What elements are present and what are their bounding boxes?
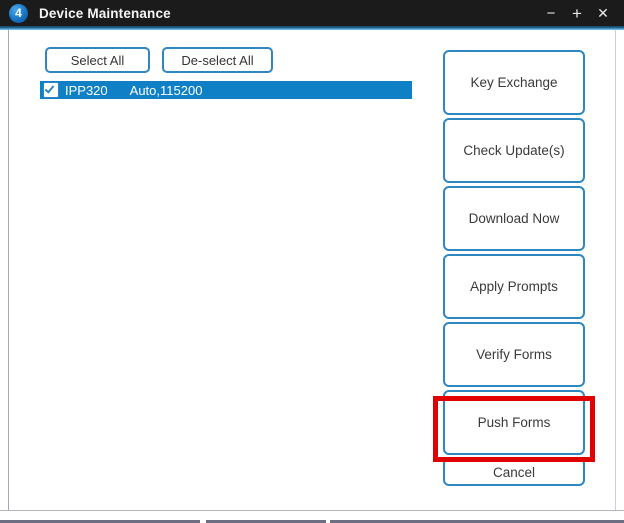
selection-toolbar: Select All De-select All	[45, 47, 273, 73]
deselect-all-button[interactable]: De-select All	[162, 47, 273, 73]
window-title: Device Maintenance	[39, 5, 171, 21]
close-icon[interactable]: ✕	[590, 1, 616, 25]
apply-prompts-button[interactable]: Apply Prompts	[443, 254, 585, 319]
key-exchange-button[interactable]: Key Exchange	[443, 50, 585, 115]
select-all-button[interactable]: Select All	[45, 47, 150, 73]
maximize-icon[interactable]: +	[564, 1, 590, 25]
verify-forms-button[interactable]: Verify Forms	[443, 322, 585, 387]
window-controls: − + ✕	[538, 0, 624, 26]
app-badge-icon: 4	[9, 3, 28, 23]
device-list[interactable]: IPP320 Auto,115200	[40, 81, 412, 99]
check-icon	[44, 83, 55, 94]
device-maintenance-window: 4 Device Maintenance − + ✕ Select All De…	[0, 0, 624, 523]
minimize-icon[interactable]: −	[538, 1, 564, 25]
device-connection-label: Auto,115200	[129, 82, 203, 98]
list-item[interactable]: IPP320 Auto,115200	[40, 81, 412, 99]
device-checkbox[interactable]	[43, 82, 59, 98]
window-bottom-edge	[0, 510, 624, 523]
cancel-button[interactable]: Cancel	[443, 458, 585, 486]
device-name-label: IPP320	[65, 82, 108, 98]
download-now-button[interactable]: Download Now	[443, 186, 585, 251]
title-bar: 4 Device Maintenance − + ✕	[0, 0, 624, 26]
check-updates-button[interactable]: Check Update(s)	[443, 118, 585, 183]
push-forms-button[interactable]: Push Forms	[443, 390, 585, 455]
action-button-stack: Key Exchange Check Update(s) Download No…	[443, 50, 585, 489]
